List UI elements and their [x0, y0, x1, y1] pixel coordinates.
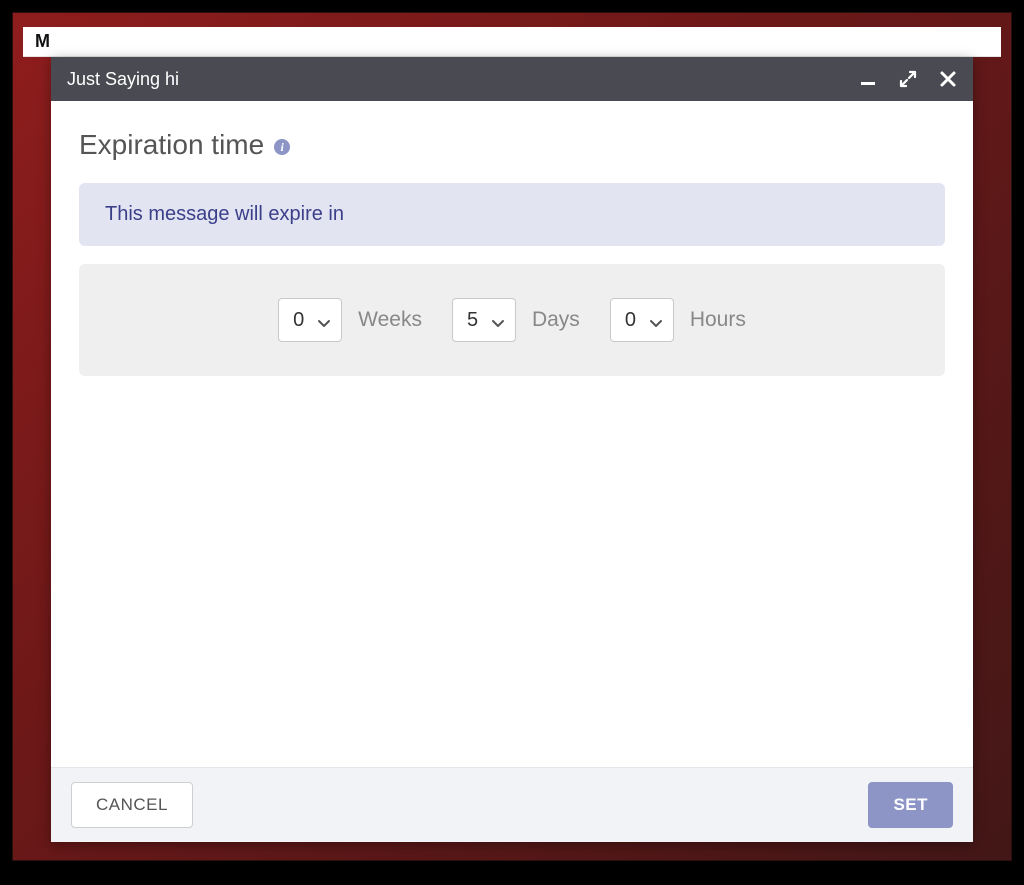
- dialog-content: Expiration time i This message will expi…: [51, 101, 973, 767]
- set-label: SET: [893, 795, 928, 815]
- chevron-down-icon: [491, 313, 505, 327]
- hours-label: Hours: [690, 308, 746, 332]
- chevron-down-icon: [317, 313, 331, 327]
- chevron-down-icon: [649, 313, 663, 327]
- weeks-select[interactable]: 0: [278, 298, 342, 342]
- section-title: Expiration time i: [79, 129, 945, 161]
- expire-banner: This message will expire in: [79, 183, 945, 246]
- set-button[interactable]: SET: [868, 782, 953, 828]
- close-icon[interactable]: [939, 70, 957, 88]
- cancel-button[interactable]: CANCEL: [71, 782, 193, 828]
- bg-cell: M: [35, 31, 335, 52]
- days-value: 5: [467, 309, 478, 332]
- days-label: Days: [532, 308, 580, 332]
- hours-value: 0: [625, 309, 636, 332]
- cancel-label: CANCEL: [96, 795, 168, 815]
- hours-group: 0 Hours: [610, 298, 746, 342]
- maximize-icon[interactable]: [899, 70, 917, 88]
- minimize-icon[interactable]: [859, 70, 877, 88]
- banner-text: This message will expire in: [105, 203, 344, 225]
- app-frame: M Just Saying hi Expiration time i: [12, 12, 1012, 861]
- days-group: 5 Days: [452, 298, 580, 342]
- weeks-group: 0 Weeks: [278, 298, 422, 342]
- window-controls: [859, 70, 957, 88]
- background-row: M: [23, 27, 1001, 57]
- weeks-label: Weeks: [358, 308, 422, 332]
- info-icon[interactable]: i: [274, 139, 290, 155]
- dialog-footer: CANCEL SET: [51, 767, 973, 842]
- weeks-value: 0: [293, 309, 304, 332]
- dialog-titlebar: Just Saying hi: [51, 57, 973, 101]
- days-select[interactable]: 5: [452, 298, 516, 342]
- section-title-text: Expiration time: [79, 129, 264, 161]
- duration-picker: 0 Weeks 5 Days 0: [79, 264, 945, 376]
- dialog-title: Just Saying hi: [67, 69, 179, 90]
- hours-select[interactable]: 0: [610, 298, 674, 342]
- expiration-dialog: Just Saying hi Expiration time i This me…: [51, 57, 973, 842]
